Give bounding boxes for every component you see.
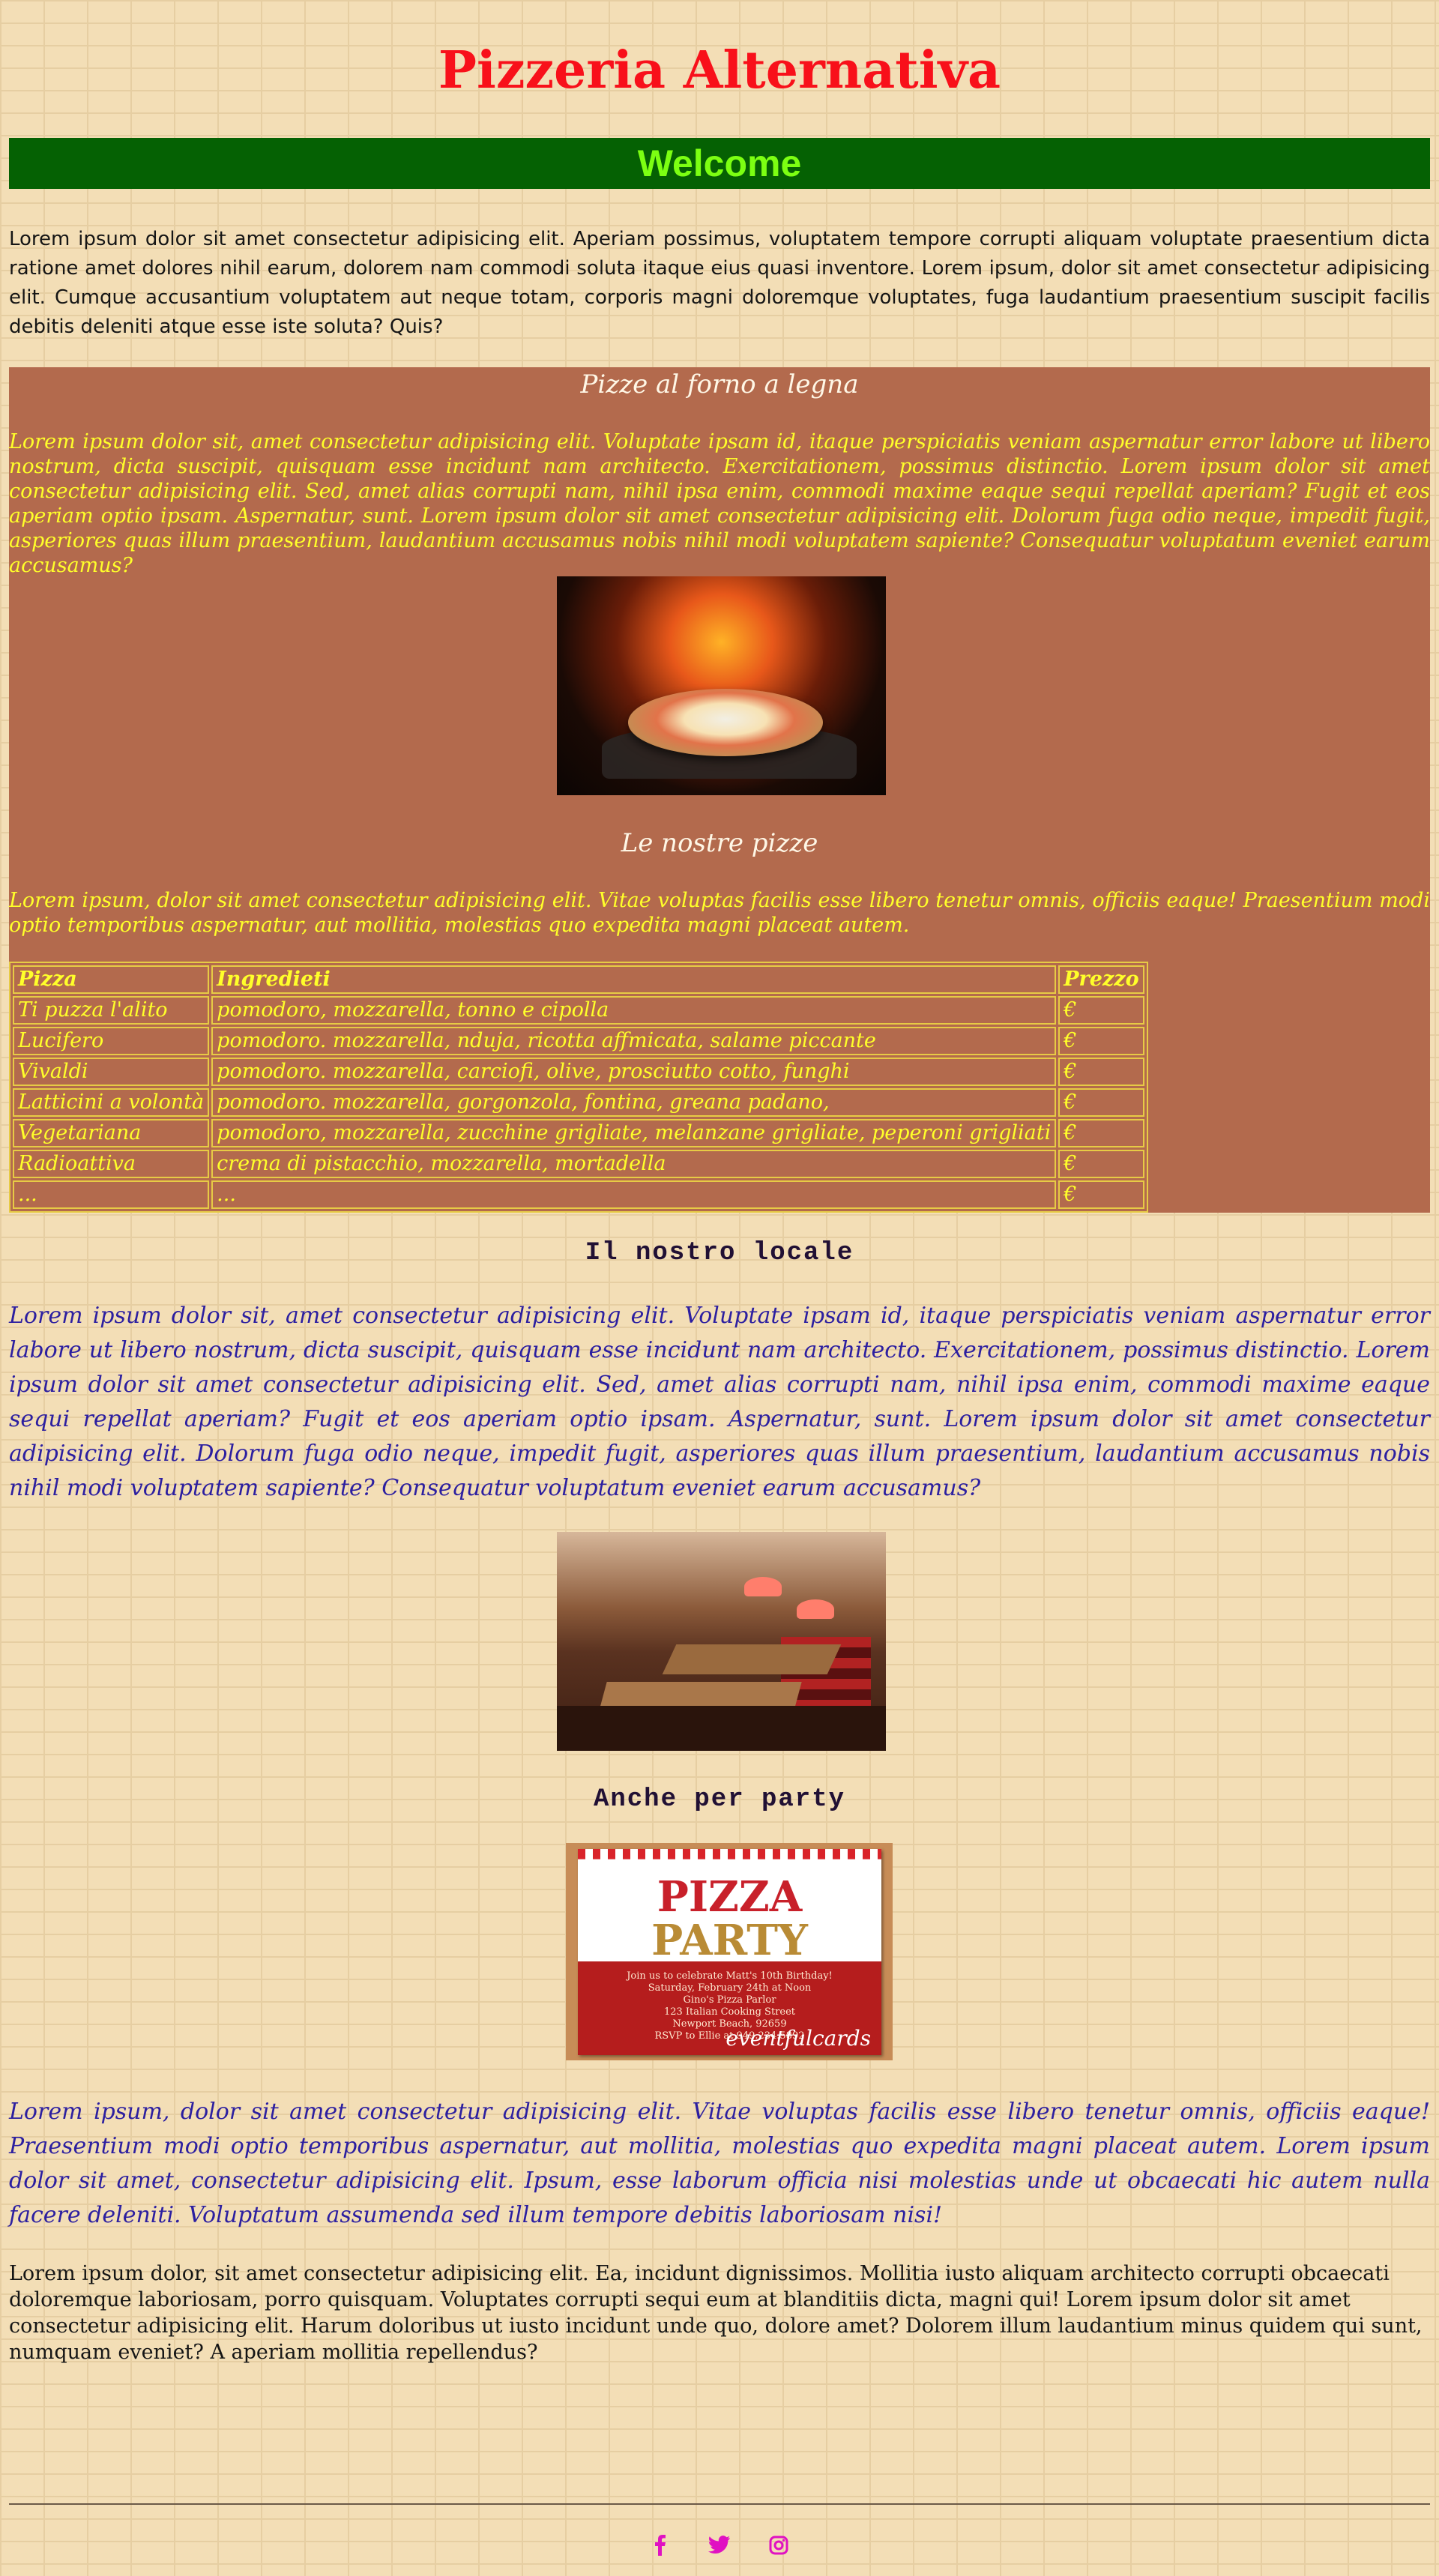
- pizza-ingredients: pomodoro, mozzarella, zucchine grigliate…: [211, 1119, 1057, 1147]
- pizza-ingredients: pomodoro. mozzarella, carciofi, olive, p…: [211, 1058, 1057, 1086]
- locale-text: Lorem ipsum dolor sit, amet consectetur …: [9, 1303, 1430, 1501]
- table-row: Radioattiva crema di pistacchio, mozzare…: [13, 1150, 1144, 1178]
- locale-title: Il nostro locale: [585, 1239, 854, 1267]
- oven-section-text: Lorem ipsum dolor sit, amet consectetur …: [9, 430, 1430, 577]
- pizza-price: €: [1058, 1058, 1144, 1086]
- intro-paragraph: Lorem ipsum dolor sit amet consectetur a…: [9, 228, 1430, 338]
- pizza-ingredients: pomodoro. mozzarella, gorgonzola, fontin…: [211, 1088, 1057, 1117]
- header-price: Prezzo: [1058, 965, 1144, 994]
- header-ingredients: Ingredieti: [211, 965, 1057, 994]
- card-word-party: PARTY: [651, 1916, 808, 1965]
- pizza-price: €: [1058, 996, 1144, 1025]
- table-row: Vegetariana pomodoro, mozzarella, zucchi…: [13, 1119, 1144, 1147]
- lamp-shape: [797, 1599, 834, 1619]
- table-row: Latticini a volontà pomodoro. mozzarella…: [13, 1088, 1144, 1117]
- card-line: Join us to celebrate Matt's 10th Birthda…: [627, 1970, 833, 1982]
- oven-section: Pizze al forno a legna Lorem ipsum dolor…: [9, 367, 1430, 1213]
- table-row: ... ... €: [13, 1180, 1144, 1209]
- welcome-banner: Welcome: [9, 138, 1430, 189]
- footer-divider: [9, 2503, 1430, 2505]
- pizza-price: €: [1058, 1180, 1144, 1209]
- table-row: Ti puzza l'alito pomodoro, mozzarella, t…: [13, 996, 1144, 1025]
- pizza-price: €: [1058, 1088, 1144, 1117]
- table-shape: [662, 1644, 842, 1674]
- pizza-ingredients: crema di pistacchio, mozzarella, mortade…: [211, 1150, 1057, 1178]
- lamp-shape: [744, 1577, 782, 1596]
- site-title: Pizzeria Alternativa: [438, 40, 1001, 100]
- table-row: Vivaldi pomodoro. mozzarella, carciofi, …: [13, 1058, 1144, 1086]
- pizza-ingredients: pomodoro, mozzarella, tonno e cipolla: [211, 996, 1057, 1025]
- pizza-menu-table: Pizza Ingredieti Prezzo Ti puzza l'alito…: [9, 962, 1148, 1213]
- closing-paragraph: Lorem ipsum dolor, sit amet consectetur …: [9, 2262, 1423, 2364]
- invitation-card: PIZZA PARTY Join us to celebrate Matt's …: [578, 1849, 881, 2055]
- pizza-name: Latticini a volontà: [13, 1088, 210, 1117]
- restaurant-interior-image: [557, 1532, 886, 1751]
- pizza-shape: [628, 689, 823, 756]
- floor-shape: [557, 1706, 886, 1751]
- pizza-ingredients: pomodoro. mozzarella, nduja, ricotta aff…: [211, 1027, 1057, 1055]
- pizza-price: €: [1058, 1119, 1144, 1147]
- pizza-name: Ti puzza l'alito: [13, 996, 210, 1025]
- menu-intro-text: Lorem ipsum, dolor sit amet consectetur …: [9, 889, 1430, 937]
- table-row: Lucifero pomodoro. mozzarella, nduja, ri…: [13, 1027, 1144, 1055]
- pizza-name: Lucifero: [13, 1027, 210, 1055]
- pizza-name: Radioattiva: [13, 1150, 210, 1178]
- header-pizza: Pizza: [13, 965, 210, 994]
- card-details: Join us to celebrate Matt's 10th Birthda…: [578, 1961, 881, 2055]
- card-brand: eventfulcards: [725, 2026, 871, 2051]
- menu-title: Le nostre pizze: [621, 828, 818, 858]
- card-word-pizza: PIZZA: [657, 1872, 803, 1922]
- facebook-icon[interactable]: [634, 2530, 687, 2560]
- pizza-ingredients: ...: [211, 1180, 1057, 1209]
- welcome-heading: Welcome: [637, 142, 802, 184]
- card-line: 123 Italian Cooking Street: [663, 2006, 796, 2018]
- instagram-icon[interactable]: [752, 2530, 805, 2560]
- twitter-icon[interactable]: [693, 2530, 746, 2560]
- pizza-name: ...: [13, 1180, 210, 1209]
- pizza-name: Vegetariana: [13, 1119, 210, 1147]
- party-text: Lorem ipsum, dolor sit amet consectetur …: [9, 2099, 1430, 2228]
- party-title: Anche per party: [593, 1785, 846, 1814]
- table-header-row: Pizza Ingredieti Prezzo: [13, 965, 1144, 994]
- bunting-decoration: [578, 1849, 881, 1859]
- social-links: [9, 2530, 1430, 2560]
- card-line: Saturday, February 24th at Noon: [648, 1982, 812, 1994]
- pizza-party-invitation-image: PIZZA PARTY Join us to celebrate Matt's …: [566, 1843, 893, 2060]
- pizza-name: Vivaldi: [13, 1058, 210, 1086]
- pizza-price: €: [1058, 1150, 1144, 1178]
- oven-section-title: Pizze al forno a legna: [580, 369, 859, 399]
- wood-oven-pizza-image: [557, 576, 886, 795]
- pizza-price: €: [1058, 1027, 1144, 1055]
- card-line: Gino's Pizza Parlor: [683, 1994, 776, 2006]
